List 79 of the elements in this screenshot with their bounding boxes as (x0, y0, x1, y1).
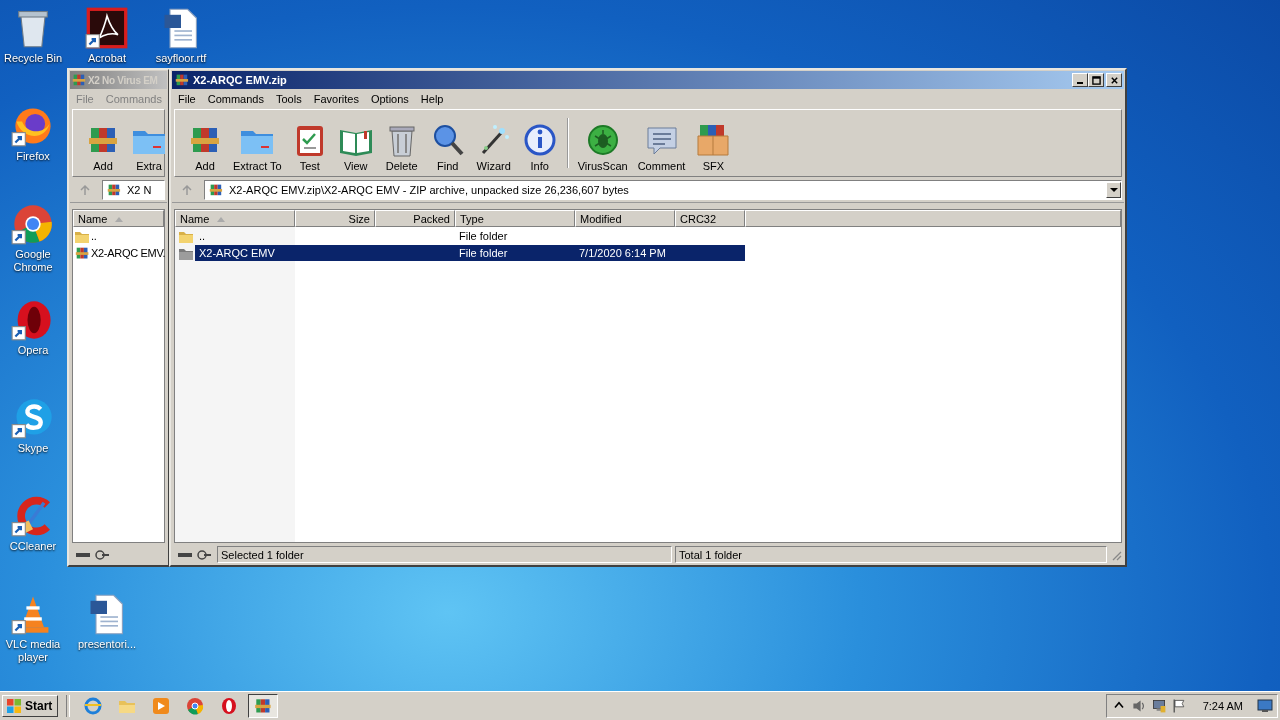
desktop-icon-label[interactable]: sayfloor.rtf (155, 52, 207, 65)
chat-app-icon[interactable] (11, 396, 55, 440)
browser-icon[interactable] (11, 202, 55, 246)
windows-logo-icon (6, 698, 22, 714)
minimize-button[interactable] (1072, 73, 1088, 87)
column-header[interactable]: Modified (575, 210, 675, 227)
column-header[interactable]: Packed (375, 210, 455, 227)
desktop-icon-label[interactable]: Firefox (16, 150, 50, 163)
file-name[interactable]: X2-ARQC EMV. (91, 246, 166, 259)
start-button[interactable]: Start (2, 695, 59, 717)
status-text: Total 1 folder (675, 546, 1107, 563)
toolbar-button[interactable]: View (333, 122, 378, 172)
column-header[interactable]: CRC32 (675, 210, 745, 227)
toolbar-button[interactable]: Add (183, 122, 227, 172)
dropdown-button[interactable] (1106, 182, 1121, 198)
table-cell: 7/1/2020 6:14 PM (579, 246, 666, 259)
browser-icon (83, 696, 104, 716)
menu-item[interactable]: Tools (270, 92, 308, 105)
table-cell: X2-ARQC EMV (199, 246, 275, 259)
desktop-icon-label[interactable]: Google Chrome (1, 248, 65, 274)
up-arrow-icon (79, 184, 91, 196)
maximize-icon (1091, 75, 1101, 85)
toolbar-button[interactable]: Wizard (471, 122, 516, 172)
toolbar-button[interactable]: SFX (691, 122, 736, 172)
desktop-icon-label[interactable]: Recycle Bin (3, 52, 63, 65)
caret-down-icon (1109, 187, 1118, 193)
books-icon (208, 182, 224, 198)
toolbar-button[interactable]: Test (287, 122, 332, 172)
column-header[interactable]: Size (295, 210, 375, 227)
menu-item[interactable]: Commands (201, 92, 270, 105)
table-cell: File folder (459, 246, 508, 259)
desktop-icon-label[interactable]: Skype (17, 442, 49, 455)
toolbar-button[interactable]: Delete (379, 122, 424, 172)
address-field[interactable]: X2 N (102, 180, 165, 200)
books-icon (253, 696, 274, 716)
toolbar-button[interactable]: Find (425, 122, 470, 172)
minimize-icon (1077, 81, 1083, 84)
column-header[interactable]: Name (175, 210, 295, 227)
browser-icon (185, 696, 206, 716)
desktop-icon-label[interactable]: Acrobat (88, 52, 126, 65)
address-field[interactable]: X2-ARQC EMV.zip\X2-ARQC EMV - ZIP archive, unpacked size 26,236,607 bytes (204, 180, 1122, 200)
table-cell: .. (199, 229, 206, 242)
close-icon (1109, 75, 1119, 85)
status-text: Selected 1 folder (217, 546, 672, 563)
window-title: X2-ARQC EMV.zip (193, 74, 287, 86)
column-header[interactable]: Type (455, 210, 575, 227)
speaker-icon[interactable] (1130, 698, 1147, 714)
desktop-icon-label[interactable]: Opera (17, 344, 49, 357)
toolbar-button[interactable]: VirusScan (573, 122, 632, 172)
drive-icon (177, 549, 211, 560)
toolbar-button[interactable]: Add (81, 122, 125, 172)
desktop-icon-label[interactable]: VLC media player (1, 638, 65, 664)
file-row[interactable]: X2-ARQC EMV File folder 7/1/2020 6:14 PM (195, 244, 745, 261)
file-row[interactable]: .. File folder (195, 227, 745, 244)
books-icon (71, 72, 87, 88)
books-icon (106, 182, 122, 198)
maximize-button[interactable] (1088, 73, 1104, 87)
drive-icon (75, 549, 109, 560)
desktop-icon-label[interactable]: CCleaner (9, 540, 57, 553)
toolbar-button[interactable]: Comment (633, 122, 690, 172)
menu-item[interactable]: Help (414, 92, 450, 105)
toolbar-button[interactable]: Extract To (229, 122, 286, 172)
file-name[interactable]: .. (91, 229, 97, 242)
up-arrow-icon (181, 184, 193, 196)
media-player-icon (151, 696, 172, 716)
close-button[interactable] (1106, 73, 1122, 87)
app-icon[interactable] (85, 6, 129, 50)
taskbar-button[interactable] (248, 694, 279, 718)
table-cell: File folder (459, 229, 508, 242)
show-desktop-icon[interactable] (1257, 699, 1273, 713)
menu-item[interactable]: Favorites (307, 92, 365, 105)
column-header[interactable]: Name (73, 210, 164, 227)
menu-item[interactable]: Options (364, 92, 415, 105)
toolbar-button[interactable]: Info (517, 122, 562, 172)
books-icon (174, 72, 190, 88)
menu-item[interactable]: File (172, 92, 202, 105)
clock[interactable]: 7:24 AM (1202, 700, 1243, 712)
box-icon (695, 122, 732, 158)
network-icon[interactable] (1150, 698, 1167, 714)
